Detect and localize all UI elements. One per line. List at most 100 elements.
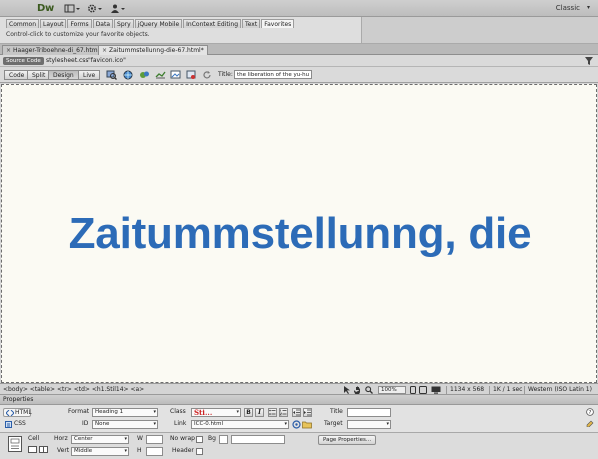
help-icon[interactable]: ? <box>586 408 594 418</box>
tab-text[interactable]: Text <box>242 19 261 28</box>
check-browser-icon[interactable] <box>186 70 197 80</box>
page-heading[interactable]: Zaitummstellunng, die <box>2 209 598 259</box>
height-input[interactable] <box>146 447 163 456</box>
tag-selector[interactable]: <body> <table> <tr> <td> <h1.Stil14> <a> <box>3 386 144 394</box>
cell-label: Cell <box>28 435 40 442</box>
status-bar: <body> <table> <tr> <td> <h1.Stil14> <a>… <box>0 383 598 395</box>
document-title-input[interactable] <box>234 70 312 79</box>
document-tab-label: Zaitummstellunng-die-67.html* <box>109 47 204 54</box>
outdent-button[interactable] <box>292 408 301 417</box>
chevron-down-icon: ▾ <box>236 409 239 415</box>
bg-color-swatch[interactable] <box>219 435 228 444</box>
horz-label: Horz <box>54 435 68 442</box>
indent-button[interactable] <box>303 408 312 417</box>
target-select[interactable]: ▾ <box>347 420 391 429</box>
horz-value: Center <box>74 436 93 442</box>
link-label: Link <box>174 420 187 427</box>
html-mode-label: HTML <box>15 409 32 416</box>
related-file-stylesheet[interactable]: stylesheet.css <box>46 57 89 65</box>
html-mode-button[interactable]: HTML <box>3 408 32 417</box>
ordered-list-button[interactable] <box>279 408 288 417</box>
chevron-down-icon: ▾ <box>386 421 389 427</box>
globe-preview-icon[interactable] <box>123 70 134 80</box>
inspect-icon[interactable] <box>106 70 117 80</box>
status-divider <box>524 386 525 394</box>
document-tab-bar: × Haager-Triboehne-di_67.html × Zaitummste… <box>0 44 598 55</box>
tab-layout[interactable]: Layout <box>40 19 67 28</box>
title-label: Title: <box>218 71 233 78</box>
tab-forms[interactable]: Forms <box>67 19 92 28</box>
nowrap-checkbox[interactable] <box>196 436 203 443</box>
css-mode-button[interactable]: CSS <box>3 420 31 429</box>
workspace-switcher[interactable]: Classic <box>556 4 580 12</box>
browse-folder-icon[interactable] <box>302 420 312 431</box>
format-label: Format <box>68 408 90 415</box>
file-management-icon[interactable] <box>155 70 166 80</box>
tab-favorites[interactable]: Favorites <box>261 19 295 28</box>
title-field[interactable] <box>347 408 391 417</box>
split-view-button[interactable]: Split <box>27 70 51 80</box>
header-checkbox[interactable] <box>196 448 203 455</box>
height-label: H <box>137 447 142 454</box>
window-size-readout[interactable]: 1134 x 568 <box>450 386 484 394</box>
design-view-button[interactable]: Design <box>48 70 79 80</box>
visual-aids-icon[interactable] <box>170 70 181 80</box>
id-select[interactable]: None ▾ <box>92 420 158 429</box>
zoom-level-select[interactable]: 100% <box>378 386 406 394</box>
horz-select[interactable]: Center ▾ <box>71 435 129 444</box>
class-select[interactable]: Sti... ▾ <box>191 408 241 417</box>
user-menu-icon[interactable] <box>109 3 127 14</box>
insert-panel: Common Layout Forms Data Spry jQuery Mob… <box>0 17 362 44</box>
document-tab-zaitummstellunng[interactable]: × Zaitummstellunng-die-67.html* <box>98 45 208 55</box>
chevron-down-icon: ▾ <box>153 421 156 427</box>
format-select[interactable]: Heading 1 ▾ <box>92 408 158 417</box>
table-cell-icon <box>8 436 22 454</box>
related-files-bar: Source Code stylesheet.css "favicon.ico" <box>0 55 598 67</box>
vert-value: Middle <box>74 448 93 454</box>
code-view-button[interactable]: Code <box>4 70 30 80</box>
width-input[interactable] <box>146 435 163 444</box>
bold-button[interactable]: B <box>244 408 253 417</box>
unordered-list-button[interactable] <box>268 408 277 417</box>
indent-icon <box>304 409 311 416</box>
live-view-button[interactable]: Live <box>78 70 101 80</box>
italic-button[interactable]: I <box>255 408 264 417</box>
id-value: None <box>95 421 110 427</box>
tab-jquery-mobile[interactable]: jQuery Mobile <box>134 19 183 28</box>
related-file-favicon[interactable]: "favicon.ico" <box>88 57 126 65</box>
vert-select[interactable]: Middle ▾ <box>71 447 129 456</box>
bg-color-input[interactable] <box>231 435 285 444</box>
chevron-down-icon: ▾ <box>124 448 127 454</box>
gear-menu-icon[interactable] <box>86 3 104 14</box>
class-value: Sti... <box>194 408 213 417</box>
quick-tag-editor-icon[interactable] <box>586 419 594 429</box>
workspace-chevron-icon[interactable]: ▾ <box>587 4 590 11</box>
nowrap-label: No wrap <box>170 435 195 442</box>
filter-icon[interactable] <box>585 57 593 67</box>
document-toolbar: Code Split Design Live Title: <box>0 67 598 83</box>
insert-panel-filler <box>362 17 598 44</box>
properties-title: Properties <box>3 396 34 403</box>
split-cell-icon[interactable] <box>39 446 48 455</box>
link-input[interactable]: ICC-0.html ▾ <box>191 420 289 429</box>
width-label: W <box>137 435 143 442</box>
point-to-file-icon[interactable] <box>292 420 301 431</box>
close-icon[interactable]: × <box>6 46 11 55</box>
tab-spry[interactable]: Spry <box>114 19 134 28</box>
outdent-icon <box>293 409 300 416</box>
tab-data[interactable]: Data <box>92 19 114 28</box>
tab-incontext-editing[interactable]: InContext Editing <box>183 19 242 28</box>
tab-common[interactable]: Common <box>6 19 40 28</box>
application-bar: Dw Classic ▾ <box>0 0 598 17</box>
document-tab-haager[interactable]: × Haager-Triboehne-di_67.html <box>2 45 104 55</box>
close-icon[interactable]: × <box>102 46 107 55</box>
layout-menu-icon[interactable] <box>63 3 81 14</box>
page-properties-button[interactable]: Page Properties... <box>318 435 377 445</box>
design-canvas[interactable]: Zaitummstellunng, die <box>1 84 597 383</box>
source-code-button[interactable]: Source Code <box>3 57 44 65</box>
refresh-icon[interactable] <box>202 70 213 80</box>
document-tab-label: Haager-Triboehne-di_67.html <box>13 47 100 54</box>
merge-cells-icon[interactable] <box>28 446 37 455</box>
encoding-readout: Western (ISO Latin 1) <box>528 386 592 393</box>
multiscreen-icon[interactable] <box>139 70 150 80</box>
